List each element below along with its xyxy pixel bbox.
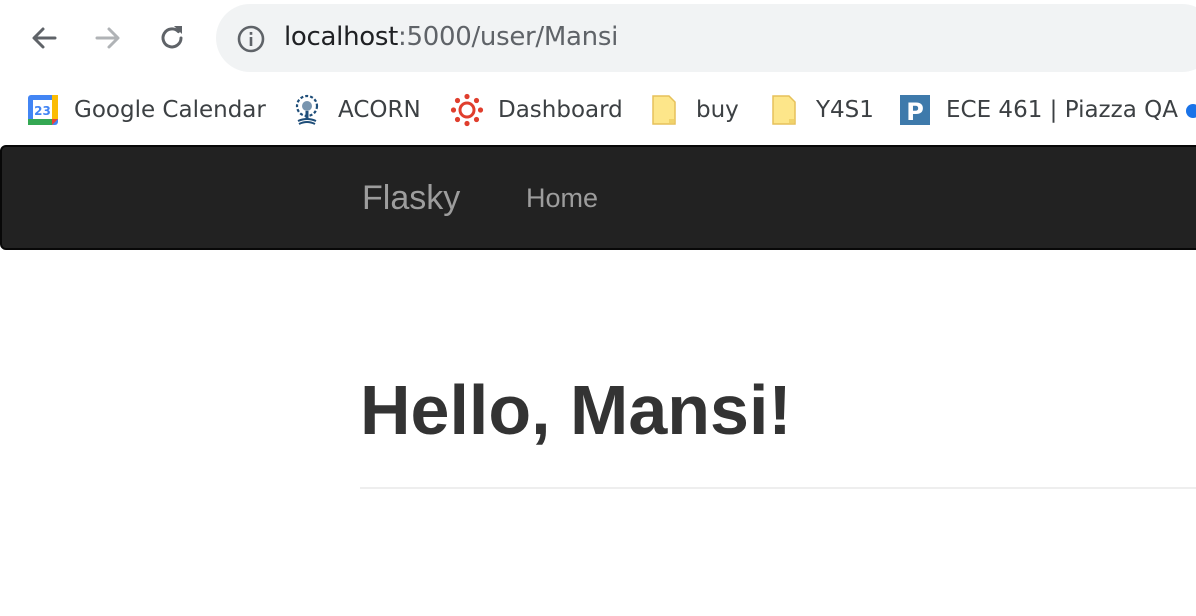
page-title: Hello, Mansi!	[360, 371, 792, 449]
folder-icon	[768, 93, 802, 127]
arrow-right-icon	[95, 27, 120, 49]
site-navbar: Flasky Home	[0, 145, 1196, 250]
bookmark-label: ACORN	[338, 97, 421, 123]
calendar-badge: 23	[34, 104, 51, 118]
info-icon[interactable]	[236, 24, 266, 54]
bookmark-label: Dashboard	[498, 97, 623, 123]
nav-link-home[interactable]: Home	[526, 183, 598, 214]
back-button[interactable]	[24, 18, 64, 58]
folder-icon	[648, 93, 682, 127]
google-calendar-icon: 23	[26, 93, 60, 127]
address-url[interactable]: localhost:5000/user/Mansi	[284, 22, 618, 52]
acorn-tree-icon	[290, 93, 324, 127]
page-header-divider	[360, 487, 1196, 489]
url-host: localhost	[284, 22, 399, 52]
address-bar[interactable]: localhost:5000/user/Mansi	[216, 4, 1196, 72]
bookmark-label: buy	[696, 97, 739, 123]
arrow-left-icon	[32, 27, 57, 49]
bookmark-acorn[interactable]: ACORN	[290, 90, 421, 130]
bookmark-label: Google Calendar	[74, 97, 266, 123]
bookmark-google-calendar[interactable]: 23 Google Calendar	[26, 90, 266, 130]
browser-toolbar: localhost:5000/user/Mansi	[0, 0, 1196, 78]
bookmark-piazza[interactable]: P ECE 461 | Piazza QA	[898, 90, 1178, 130]
piazza-badge: P	[906, 98, 924, 126]
forward-button[interactable]	[88, 18, 128, 58]
reload-button[interactable]	[152, 18, 192, 58]
bookmark-folder-y4s1[interactable]: Y4S1	[768, 90, 874, 130]
piazza-icon: P	[898, 93, 932, 127]
bookmark-overflow-icon[interactable]	[1186, 104, 1196, 118]
bookmark-folder-buy[interactable]: buy	[648, 90, 739, 130]
bookmark-label: Y4S1	[816, 97, 874, 123]
navbar-brand[interactable]: Flasky	[362, 179, 460, 218]
reload-icon	[161, 26, 183, 49]
url-path: :5000/user/Mansi	[398, 22, 618, 52]
canvas-icon	[450, 93, 484, 127]
bookmark-dashboard[interactable]: Dashboard	[450, 90, 623, 130]
bookmark-label: ECE 461 | Piazza QA	[946, 97, 1178, 123]
bookmarks-bar: 23 Google Calendar ACORN Dashboard buy Y…	[0, 78, 1196, 144]
